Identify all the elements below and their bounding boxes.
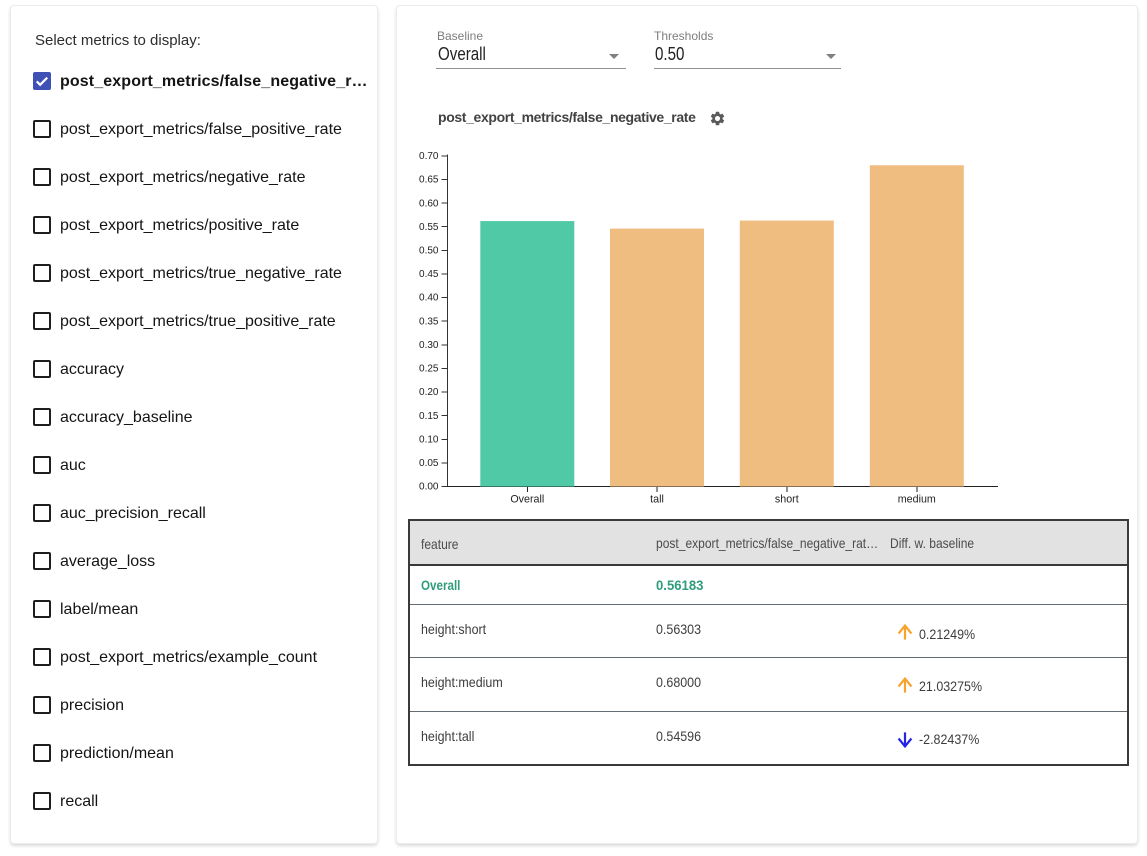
svg-text:0.30: 0.30 xyxy=(419,340,439,351)
svg-text:tall: tall xyxy=(650,494,664,506)
svg-text:short: short xyxy=(775,494,799,506)
svg-text:0.65: 0.65 xyxy=(419,175,439,186)
svg-text:0.20: 0.20 xyxy=(419,387,439,398)
svg-text:0.70: 0.70 xyxy=(419,151,439,162)
svg-text:0.00: 0.00 xyxy=(419,482,439,493)
svg-text:0.35: 0.35 xyxy=(419,316,439,327)
svg-text:0.10: 0.10 xyxy=(419,434,439,445)
svg-text:0.45: 0.45 xyxy=(419,269,439,280)
svg-text:Overall: Overall xyxy=(510,494,544,506)
svg-text:0.60: 0.60 xyxy=(419,198,439,209)
svg-text:0.55: 0.55 xyxy=(419,222,439,233)
svg-text:0.25: 0.25 xyxy=(419,364,439,375)
svg-text:medium: medium xyxy=(898,494,936,506)
svg-text:0.15: 0.15 xyxy=(419,411,439,422)
svg-text:0.50: 0.50 xyxy=(419,246,439,257)
svg-text:0.40: 0.40 xyxy=(419,293,439,304)
svg-text:0.05: 0.05 xyxy=(419,458,439,469)
